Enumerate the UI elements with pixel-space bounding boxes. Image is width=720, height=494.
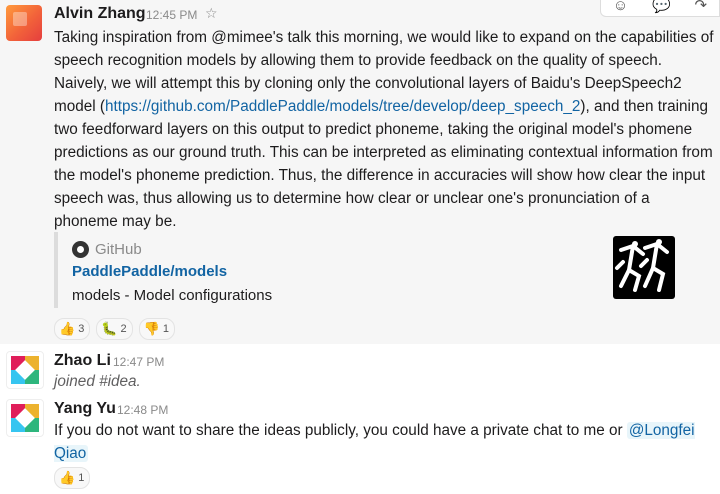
message-zhao-li[interactable]: Zhao Li 12:47 PM joined #idea. <box>0 348 720 396</box>
author-name[interactable]: Yang Yu <box>54 400 116 418</box>
timestamp[interactable]: 12:45 PM <box>146 8 197 22</box>
message-actions: ☺ 💬 ↷ <box>600 0 720 17</box>
timestamp[interactable]: 12:47 PM <box>113 355 164 369</box>
reaction-bug[interactable]: 🐛 2 <box>96 318 133 340</box>
message-text: Taking inspiration from @mimee's talk th… <box>54 26 716 233</box>
paddlepaddle-logo <box>615 239 669 292</box>
thumbs-up-icon: 👍 <box>59 321 76 336</box>
message-alvin-zhang[interactable]: Alvin Zhang 12:45 PM ☆ ☺ 💬 ↷ Taking insp… <box>0 0 720 344</box>
avatar[interactable] <box>6 399 44 437</box>
author-name[interactable]: Zhao Li <box>54 352 111 370</box>
reaction-thumbs-up[interactable]: 👍 3 <box>54 318 91 340</box>
share-icon[interactable]: ↷ <box>695 0 708 14</box>
reaction-count: 1 <box>78 472 85 484</box>
avatar[interactable] <box>6 5 42 41</box>
bug-icon: 🐛 <box>101 321 118 336</box>
slack-avatar-icon <box>11 356 39 384</box>
link-attachment: GitHub PaddlePaddle/models models - Mode… <box>54 232 698 308</box>
reaction-count: 3 <box>78 323 85 335</box>
star-icon[interactable]: ☆ <box>205 5 218 22</box>
message-text: If you do not want to share the ideas pu… <box>54 419 704 465</box>
add-reaction-icon[interactable]: ☺ <box>613 0 628 14</box>
reaction-count: 1 <box>162 323 169 335</box>
message-yang-yu[interactable]: Yang Yu 12:48 PM If you do not want to s… <box>0 396 720 494</box>
deepspeech-link[interactable]: https://github.com/PaddlePaddle/models/t… <box>105 98 580 115</box>
attachment-thumbnail[interactable] <box>613 236 675 299</box>
thumbs-down-icon: 👎 <box>143 321 160 336</box>
join-notice: joined #idea. <box>54 373 141 390</box>
github-icon <box>72 240 89 258</box>
timestamp[interactable]: 12:48 PM <box>117 403 168 417</box>
reaction-thumbs-down[interactable]: 👎 1 <box>138 318 175 340</box>
reactions: 👍 3 🐛 2 👎 1 <box>54 318 181 340</box>
reaction-count: 2 <box>120 323 127 335</box>
author-name[interactable]: Alvin Zhang <box>54 5 146 23</box>
message-text-part2: ), and then training two feedforward lay… <box>54 98 713 230</box>
attachment-title[interactable]: PaddlePaddle/models <box>72 263 227 280</box>
attachment-description: models - Model configurations <box>72 287 273 304</box>
reactions: 👍 1 <box>54 467 96 489</box>
reaction-thumbs-up[interactable]: 👍 1 <box>54 467 91 489</box>
attachment-service-label: GitHub <box>95 240 142 258</box>
avatar[interactable] <box>6 351 44 389</box>
attachment-service: GitHub <box>72 239 142 259</box>
message-text-main: If you do not want to share the ideas pu… <box>54 422 627 439</box>
thumbs-up-icon: 👍 <box>59 470 76 485</box>
slack-avatar-icon <box>11 404 39 432</box>
reply-thread-icon[interactable]: 💬 <box>652 0 671 14</box>
